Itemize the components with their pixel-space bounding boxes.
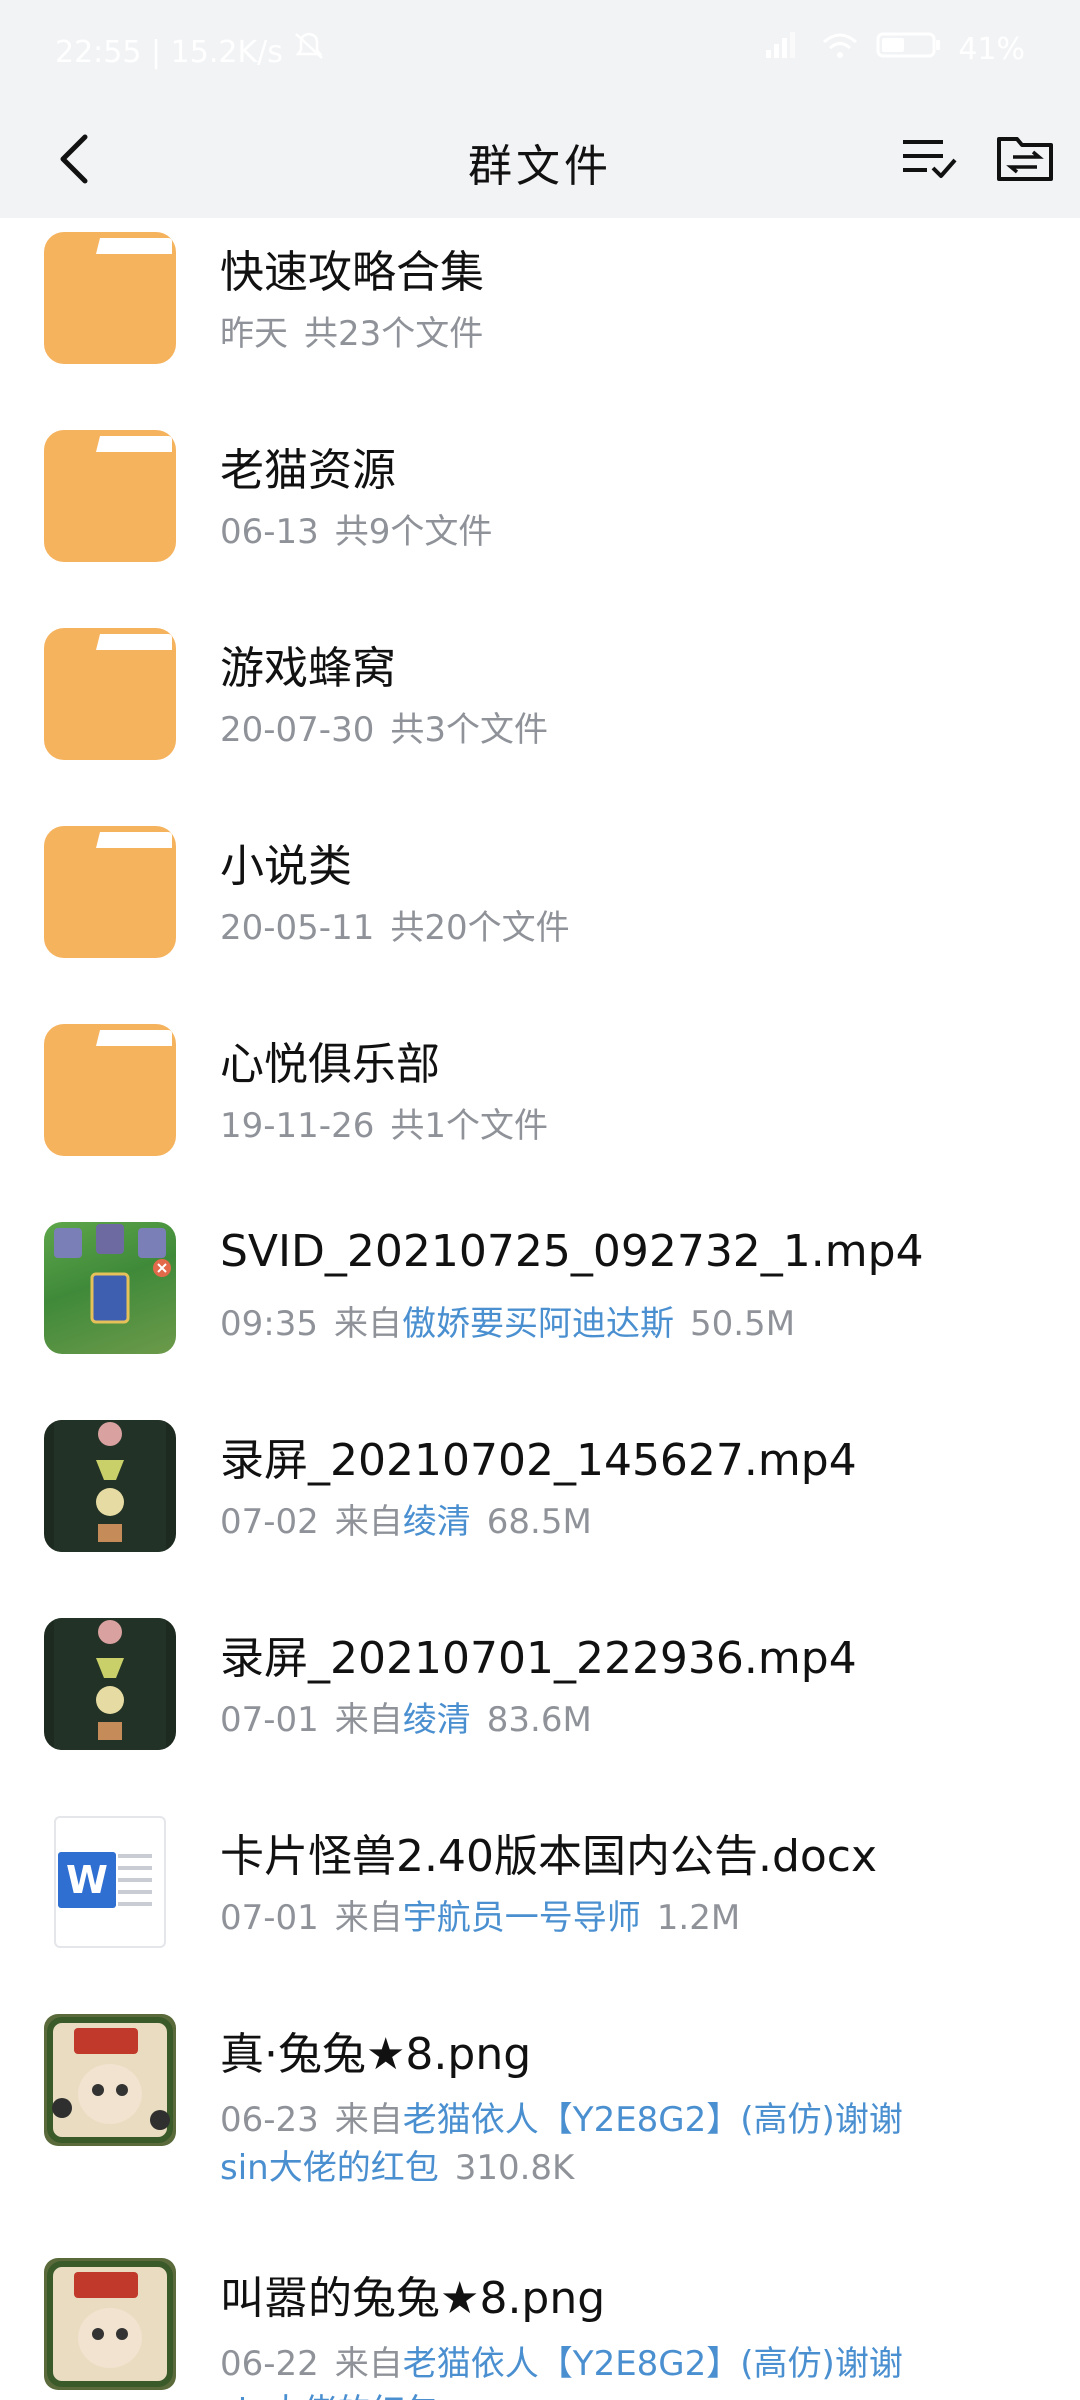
folder-transfer-button[interactable] (990, 124, 1060, 194)
file-name: 叫嚣的兔兔★8.png (220, 2273, 606, 2324)
folder-name: 快速攻略合集 (220, 247, 484, 298)
svg-text:W: W (66, 1858, 108, 1902)
file-row[interactable]: 真·兔兔★8.png 06-23 来自老猫依人【Y2E8G2】(高仿)谢谢sin大… (0, 2000, 1080, 2244)
file-name: 真·兔兔★8.png (220, 2029, 532, 2080)
status-right: 41% (764, 30, 1025, 68)
top-nav-bar: 群文件 (0, 100, 1080, 218)
folder-name: 游戏蜂窝 (220, 643, 396, 694)
file-row[interactable]: 叫嚣的兔兔★8.png 06-22来自老猫依人【Y2E8G2】(高仿)谢谢sin… (0, 2244, 1080, 2400)
image-thumbnail (44, 2014, 176, 2146)
image-thumbnail (44, 2258, 176, 2390)
folder-icon (44, 826, 176, 958)
mute-icon (292, 30, 326, 70)
file-meta: 06-23 来自老猫依人【Y2E8G2】(高仿)谢谢sin大佬的红包 310.8K (220, 2100, 903, 2188)
select-list-icon (903, 140, 957, 178)
file-meta: 07-01 来自绫清 83.6M (220, 1700, 592, 1740)
sender-link[interactable]: 傲娇要买阿迪达斯 (402, 1304, 674, 1344)
wifi-icon (820, 30, 860, 68)
file-row[interactable]: 录屏_20210702_145627.mp4 07-02 来自绫清 68.5M (0, 1406, 1080, 1604)
file-name: 录屏_20210701_222936.mp4 (220, 1633, 857, 1684)
file-meta: 09:35 来自傲娇要买阿迪达斯 50.5M (220, 1304, 796, 1344)
folder-name: 小说类 (220, 841, 352, 892)
folder-icon (44, 1024, 176, 1156)
status-time: 22:55 (55, 35, 142, 70)
sender-link[interactable]: 绫清 (403, 1502, 471, 1542)
sender-link[interactable]: 宇航员一号导师 (403, 1898, 641, 1938)
folder-meta: 20-05-11 共20个文件 (220, 908, 570, 948)
folder-meta: 06-13 共9个文件 (220, 512, 493, 552)
file-name: 卡片怪兽2.40版本国内公告.docx (220, 1831, 878, 1882)
file-name: SVID_20210725_092732_1.mp4 (220, 1226, 924, 1277)
video-thumbnail (44, 1618, 176, 1750)
folder-icon (44, 232, 176, 364)
sender-link[interactable]: 绫清 (403, 1700, 471, 1740)
folder-meta: 19-11-26 共1个文件 (220, 1106, 548, 1146)
battery-icon (876, 30, 942, 68)
word-doc-icon: W (54, 1816, 166, 1948)
file-meta: 07-01 来自宇航员一号导师 1.2M (220, 1898, 741, 1938)
file-row[interactable]: SVID_20210725_092732_1.mp4 09:35 来自傲娇要买阿迪… (0, 1208, 1080, 1406)
folder-row[interactable]: 心悦俱乐部 19-11-26 共1个文件 (0, 1010, 1080, 1208)
video-thumbnail (44, 1222, 176, 1354)
file-row[interactable]: W 卡片怪兽2.40版本国内公告.docx 07-01 来自宇航员一号导师 1.2M (0, 1802, 1080, 2000)
folder-row[interactable]: 老猫资源 06-13 共9个文件 (0, 416, 1080, 614)
folder-row[interactable]: 游戏蜂窝 20-07-30 共3个文件 (0, 614, 1080, 812)
status-left: 22:55 | 15.2K/s (55, 30, 326, 70)
select-button[interactable] (894, 124, 964, 194)
file-meta: 06-22来自老猫依人【Y2E8G2】(高仿)谢谢sin大佬的红包 (220, 2340, 920, 2400)
folder-transfer-icon (997, 137, 1053, 181)
folder-icon (44, 628, 176, 760)
status-bar: 22:55 | 15.2K/s 41% (0, 0, 1080, 100)
file-name: 录屏_20210702_145627.mp4 (220, 1435, 857, 1486)
file-row[interactable]: 录屏_20210701_222936.mp4 07-01 来自绫清 83.6M (0, 1604, 1080, 1802)
folder-row[interactable]: 小说类 20-05-11 共20个文件 (0, 812, 1080, 1010)
folder-meta: 20-07-30 共3个文件 (220, 710, 548, 750)
sender-link[interactable]: 老猫依人【Y2E8G2】(高仿)谢谢sin大佬的红包 (220, 2344, 903, 2400)
status-speed: 15.2K/s (170, 35, 283, 70)
folder-meta: 昨天 共23个文件 (220, 314, 484, 354)
signal-icon (764, 30, 804, 68)
folder-name: 老猫资源 (220, 445, 396, 496)
battery-percent: 41% (958, 31, 1025, 67)
video-thumbnail (44, 1420, 176, 1552)
folder-icon (44, 430, 176, 562)
folder-name: 心悦俱乐部 (220, 1039, 440, 1090)
file-meta: 07-02 来自绫清 68.5M (220, 1502, 592, 1542)
folder-row[interactable]: 快速攻略合集 昨天 共23个文件 (0, 218, 1080, 416)
